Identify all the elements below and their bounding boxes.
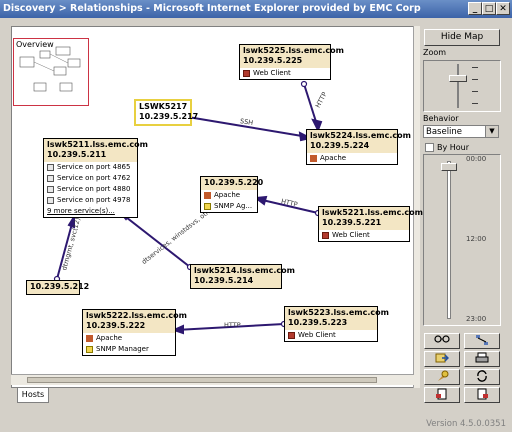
service-icon — [47, 164, 54, 171]
behavior-select[interactable]: Baseline ▼ — [423, 125, 499, 138]
apache-icon — [310, 155, 317, 162]
glasses-icon[interactable] — [424, 333, 460, 349]
host-node-lswk5223[interactable]: lswk5223.lss.emc.com 10.239.5.223 Web Cli… — [284, 306, 389, 342]
host-ip: 10.239.5.225 — [243, 56, 303, 65]
host-node-lswk5225[interactable]: lswk5225.lss.emc.com 10.239.5.225 Web Cli… — [239, 44, 344, 80]
service-icon — [47, 186, 54, 193]
export-icon[interactable] — [424, 351, 460, 367]
service-label: Web Client — [332, 231, 370, 239]
refresh-icon[interactable] — [464, 369, 500, 385]
zoom-label: Zoom — [423, 48, 447, 57]
service-label: Web Client — [253, 69, 291, 77]
edge-services-5214-5211 — [121, 213, 191, 268]
version-text: Version 4.5.0.0351 — [426, 419, 506, 429]
host-name: lswk5221.lss.emc.com — [322, 208, 423, 217]
host-name: lswk5224.lss.emc.com — [310, 131, 411, 140]
host-ip: 10.239.5.221 — [322, 218, 382, 227]
host-ip: 10.239.5.212 — [30, 282, 90, 291]
service-icon — [47, 197, 54, 204]
host-node-lswk5217[interactable]: LSWK5217 10.239.5.217 — [134, 99, 199, 126]
host-ip: 10.239.5.223 — [288, 318, 348, 327]
host-name: lswk5225.lss.emc.com — [243, 46, 344, 55]
by-hour-checkbox[interactable] — [425, 143, 434, 152]
snmp-icon — [204, 203, 211, 210]
host-ip: 10.239.5.217 — [139, 112, 199, 121]
hide-map-button[interactable]: Hide Map — [424, 29, 500, 46]
service-label: Apache — [320, 154, 347, 162]
apache-icon — [204, 192, 211, 199]
host-node-5220[interactable]: 10.239.5.220 Apache SNMP Ag... — [200, 176, 264, 213]
time-slider-thumb[interactable] — [441, 163, 457, 171]
service-label: SNMP Ag... — [214, 202, 253, 210]
time-tick-mid: 12:00 — [466, 235, 487, 243]
service-label: SNMP Manager — [96, 345, 149, 353]
service-label: Service on port 4880 — [57, 185, 131, 193]
web-client-icon — [288, 332, 295, 339]
host-node-lswk5222[interactable]: lswk5222.lss.emc.com 10.239.5.222 Apache … — [82, 309, 187, 356]
time-tick-end: 23:00 — [466, 315, 487, 323]
snmp-icon — [86, 346, 93, 353]
host-node-lswk5214[interactable]: lswk5214.lss.emc.com 10.239.5.214 — [190, 264, 295, 289]
time-track — [447, 161, 451, 319]
apache-icon — [86, 335, 93, 342]
zoom-group — [423, 60, 501, 112]
host-node-lswk5211[interactable]: lswk5211.lss.emc.com 10.239.5.211 Service… — [43, 138, 148, 218]
chevron-down-icon[interactable]: ▼ — [485, 126, 498, 137]
tab-hosts[interactable]: Hosts — [17, 388, 49, 403]
host-name: lswk5214.lss.emc.com — [194, 266, 295, 275]
time-slider-group: 00:00 12:00 23:00 — [423, 154, 501, 326]
host-ip: 10.239.5.220 — [204, 178, 264, 187]
web-client-icon — [322, 232, 329, 239]
host-ip: 10.239.5.211 — [47, 150, 107, 159]
host-name: LSWK5217 — [139, 102, 188, 111]
host-node-lswk5224[interactable]: lswk5224.lss.emc.com 10.239.5.224 Apache — [306, 129, 411, 165]
service-label: Apache — [214, 191, 241, 199]
report-b-icon[interactable] — [464, 387, 500, 403]
time-tick-start: 00:00 — [466, 155, 487, 163]
service-label: Apache — [96, 334, 123, 342]
edge-endpoint — [300, 80, 308, 88]
by-hour-label: By Hour — [437, 143, 470, 152]
service-icon — [47, 175, 54, 182]
control-panel: Hide Map Zoom Behavior Baseline ▼ By Hou… — [421, 26, 503, 403]
status-bar: Version 4.5.0.0351 — [0, 405, 512, 432]
zoom-track — [457, 64, 459, 108]
more-services-link[interactable]: 9 more service(s)... — [47, 207, 115, 216]
service-label: Service on port 4978 — [57, 196, 131, 204]
service-label: Service on port 4762 — [57, 174, 131, 182]
host-ip: 10.239.5.214 — [194, 276, 254, 285]
service-label: Web Client — [298, 331, 336, 339]
print-icon[interactable] — [464, 351, 500, 367]
host-ip: 10.239.5.224 — [310, 141, 370, 150]
report-a-icon[interactable] — [424, 387, 460, 403]
web-client-icon — [243, 70, 250, 77]
host-node-lswk5221[interactable]: lswk5221.lss.emc.com 10.239.5.221 Web Cli… — [318, 206, 423, 242]
host-name: lswk5223.lss.emc.com — [288, 308, 389, 317]
host-ip: 10.239.5.222 — [86, 321, 146, 330]
pin-icon[interactable] — [424, 369, 460, 385]
service-label: Service on port 4865 — [57, 163, 131, 171]
zoom-slider-thumb[interactable] — [449, 75, 467, 82]
behavior-label: Behavior — [423, 114, 459, 123]
host-node-5212[interactable]: 10.239.5.212 — [26, 280, 90, 295]
edge-label-http: HTTP — [224, 321, 241, 329]
host-name: lswk5211.lss.emc.com — [47, 140, 148, 149]
layout-icon[interactable] — [464, 333, 500, 349]
host-name: lswk5222.lss.emc.com — [86, 311, 187, 320]
behavior-select-value: Baseline — [426, 127, 463, 137]
